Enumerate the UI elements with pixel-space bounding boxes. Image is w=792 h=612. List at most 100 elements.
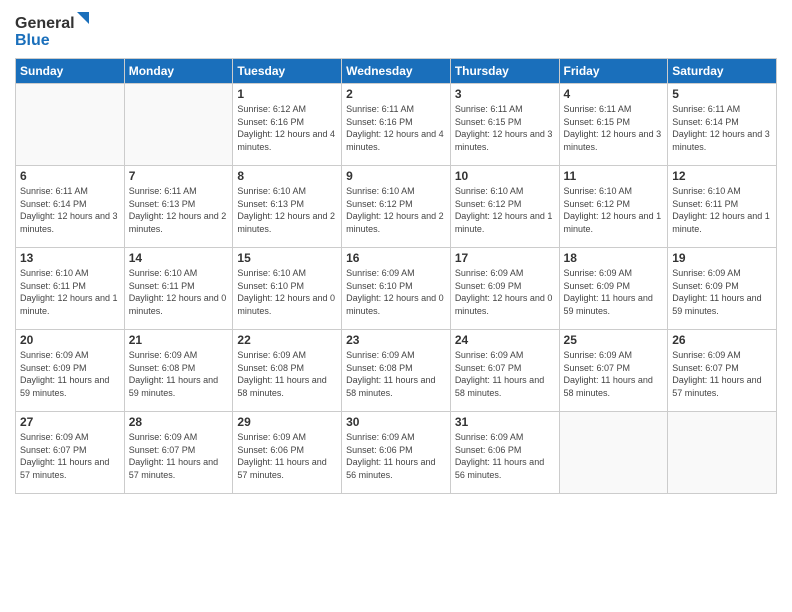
day-number: 14 bbox=[129, 251, 229, 265]
day-info: Sunrise: 6:09 AM Sunset: 6:09 PM Dayligh… bbox=[20, 349, 120, 399]
day-number: 13 bbox=[20, 251, 120, 265]
day-number: 21 bbox=[129, 333, 229, 347]
day-info: Sunrise: 6:09 AM Sunset: 6:09 PM Dayligh… bbox=[564, 267, 664, 317]
calendar-cell: 18Sunrise: 6:09 AM Sunset: 6:09 PM Dayli… bbox=[559, 248, 668, 330]
logo: GeneralBlue bbox=[15, 10, 95, 50]
weekday-header-tuesday: Tuesday bbox=[233, 59, 342, 84]
calendar-cell: 6 Sunrise: 6:11 AM Sunset: 6:14 PM Daylig… bbox=[16, 166, 125, 248]
day-number: 31 bbox=[455, 415, 555, 429]
day-info: Sunrise: 6:09 AM Sunset: 6:06 PM Dayligh… bbox=[346, 431, 446, 481]
calendar-cell bbox=[16, 84, 125, 166]
day-number: 20 bbox=[20, 333, 120, 347]
header: GeneralBlue bbox=[15, 10, 777, 50]
calendar-cell: 1 Sunrise: 6:12 AM Sunset: 6:16 PM Daylig… bbox=[233, 84, 342, 166]
day-info: Sunrise: 6:10 AM Sunset: 6:11 PM Dayligh… bbox=[129, 267, 229, 317]
page-container: GeneralBlue SundayMondayTuesdayWednesday… bbox=[0, 0, 792, 612]
calendar-cell: 22Sunrise: 6:09 AM Sunset: 6:08 PM Dayli… bbox=[233, 330, 342, 412]
weekday-header-monday: Monday bbox=[124, 59, 233, 84]
day-number: 30 bbox=[346, 415, 446, 429]
day-number: 8 bbox=[237, 169, 337, 183]
day-info: Sunrise: 6:09 AM Sunset: 6:07 PM Dayligh… bbox=[129, 431, 229, 481]
day-info: Sunrise: 6:09 AM Sunset: 6:06 PM Dayligh… bbox=[237, 431, 337, 481]
logo-svg: GeneralBlue bbox=[15, 10, 95, 50]
day-number: 27 bbox=[20, 415, 120, 429]
day-info: Sunrise: 6:11 AM Sunset: 6:13 PM Dayligh… bbox=[129, 185, 229, 235]
day-info: Sunrise: 6:10 AM Sunset: 6:12 PM Dayligh… bbox=[564, 185, 664, 235]
calendar-cell: 28 Sunrise: 6:09 AM Sunset: 6:07 PM Dayli… bbox=[124, 412, 233, 494]
calendar-cell: 29 Sunrise: 6:09 AM Sunset: 6:06 PM Dayli… bbox=[233, 412, 342, 494]
day-info: Sunrise: 6:09 AM Sunset: 6:08 PM Dayligh… bbox=[346, 349, 446, 399]
calendar-week-2: 6 Sunrise: 6:11 AM Sunset: 6:14 PM Daylig… bbox=[16, 166, 777, 248]
calendar-cell: 17 Sunrise: 6:09 AM Sunset: 6:09 PM Dayli… bbox=[450, 248, 559, 330]
day-number: 11 bbox=[564, 169, 664, 183]
day-info: Sunrise: 6:09 AM Sunset: 6:09 PM Dayligh… bbox=[672, 267, 772, 317]
day-number: 10 bbox=[455, 169, 555, 183]
day-number: 16 bbox=[346, 251, 446, 265]
day-number: 1 bbox=[237, 87, 337, 101]
day-info: Sunrise: 6:09 AM Sunset: 6:07 PM Dayligh… bbox=[672, 349, 772, 399]
calendar-cell: 21 Sunrise: 6:09 AM Sunset: 6:08 PM Dayli… bbox=[124, 330, 233, 412]
calendar-cell: 19 Sunrise: 6:09 AM Sunset: 6:09 PM Dayli… bbox=[668, 248, 777, 330]
calendar-cell: 8Sunrise: 6:10 AM Sunset: 6:13 PM Daylig… bbox=[233, 166, 342, 248]
calendar-cell: 16 Sunrise: 6:09 AM Sunset: 6:10 PM Dayli… bbox=[342, 248, 451, 330]
day-info: Sunrise: 6:10 AM Sunset: 6:12 PM Dayligh… bbox=[346, 185, 446, 235]
day-number: 12 bbox=[672, 169, 772, 183]
day-info: Sunrise: 6:11 AM Sunset: 6:14 PM Dayligh… bbox=[672, 103, 772, 153]
day-info: Sunrise: 6:09 AM Sunset: 6:07 PM Dayligh… bbox=[455, 349, 555, 399]
calendar-cell: 7 Sunrise: 6:11 AM Sunset: 6:13 PM Daylig… bbox=[124, 166, 233, 248]
calendar-cell: 23Sunrise: 6:09 AM Sunset: 6:08 PM Dayli… bbox=[342, 330, 451, 412]
day-number: 5 bbox=[672, 87, 772, 101]
day-number: 4 bbox=[564, 87, 664, 101]
day-number: 17 bbox=[455, 251, 555, 265]
calendar-cell: 14 Sunrise: 6:10 AM Sunset: 6:11 PM Dayli… bbox=[124, 248, 233, 330]
calendar-cell: 13Sunrise: 6:10 AM Sunset: 6:11 PM Dayli… bbox=[16, 248, 125, 330]
calendar-cell bbox=[668, 412, 777, 494]
calendar-cell: 20 Sunrise: 6:09 AM Sunset: 6:09 PM Dayli… bbox=[16, 330, 125, 412]
calendar-week-4: 20 Sunrise: 6:09 AM Sunset: 6:09 PM Dayli… bbox=[16, 330, 777, 412]
calendar-cell: 15Sunrise: 6:10 AM Sunset: 6:10 PM Dayli… bbox=[233, 248, 342, 330]
day-info: Sunrise: 6:09 AM Sunset: 6:08 PM Dayligh… bbox=[129, 349, 229, 399]
day-info: Sunrise: 6:11 AM Sunset: 6:16 PM Dayligh… bbox=[346, 103, 446, 153]
day-number: 29 bbox=[237, 415, 337, 429]
day-info: Sunrise: 6:09 AM Sunset: 6:10 PM Dayligh… bbox=[346, 267, 446, 317]
weekday-header-wednesday: Wednesday bbox=[342, 59, 451, 84]
calendar-cell bbox=[559, 412, 668, 494]
weekday-header-saturday: Saturday bbox=[668, 59, 777, 84]
svg-text:General: General bbox=[15, 15, 75, 32]
day-number: 22 bbox=[237, 333, 337, 347]
day-number: 28 bbox=[129, 415, 229, 429]
calendar-cell: 10Sunrise: 6:10 AM Sunset: 6:12 PM Dayli… bbox=[450, 166, 559, 248]
day-info: Sunrise: 6:09 AM Sunset: 6:09 PM Dayligh… bbox=[455, 267, 555, 317]
weekday-header-thursday: Thursday bbox=[450, 59, 559, 84]
day-number: 6 bbox=[20, 169, 120, 183]
calendar-cell: 31 Sunrise: 6:09 AM Sunset: 6:06 PM Dayli… bbox=[450, 412, 559, 494]
calendar-cell: 2 Sunrise: 6:11 AM Sunset: 6:16 PM Daylig… bbox=[342, 84, 451, 166]
calendar-cell: 26 Sunrise: 6:09 AM Sunset: 6:07 PM Dayli… bbox=[668, 330, 777, 412]
day-info: Sunrise: 6:11 AM Sunset: 6:15 PM Dayligh… bbox=[455, 103, 555, 153]
day-info: Sunrise: 6:11 AM Sunset: 6:14 PM Dayligh… bbox=[20, 185, 120, 235]
calendar-table: SundayMondayTuesdayWednesdayThursdayFrid… bbox=[15, 58, 777, 494]
day-number: 9 bbox=[346, 169, 446, 183]
day-info: Sunrise: 6:12 AM Sunset: 6:16 PM Dayligh… bbox=[237, 103, 337, 153]
day-info: Sunrise: 6:10 AM Sunset: 6:11 PM Dayligh… bbox=[672, 185, 772, 235]
day-number: 19 bbox=[672, 251, 772, 265]
svg-text:Blue: Blue bbox=[15, 32, 50, 49]
calendar-cell: 30 Sunrise: 6:09 AM Sunset: 6:06 PM Dayli… bbox=[342, 412, 451, 494]
day-number: 26 bbox=[672, 333, 772, 347]
day-info: Sunrise: 6:09 AM Sunset: 6:07 PM Dayligh… bbox=[20, 431, 120, 481]
day-info: Sunrise: 6:09 AM Sunset: 6:06 PM Dayligh… bbox=[455, 431, 555, 481]
day-number: 7 bbox=[129, 169, 229, 183]
calendar-cell: 9 Sunrise: 6:10 AM Sunset: 6:12 PM Daylig… bbox=[342, 166, 451, 248]
calendar-header-row: SundayMondayTuesdayWednesdayThursdayFrid… bbox=[16, 59, 777, 84]
calendar-week-1: 1 Sunrise: 6:12 AM Sunset: 6:16 PM Daylig… bbox=[16, 84, 777, 166]
weekday-header-friday: Friday bbox=[559, 59, 668, 84]
calendar-cell: 27 Sunrise: 6:09 AM Sunset: 6:07 PM Dayli… bbox=[16, 412, 125, 494]
calendar-cell: 12 Sunrise: 6:10 AM Sunset: 6:11 PM Dayli… bbox=[668, 166, 777, 248]
day-number: 2 bbox=[346, 87, 446, 101]
day-number: 3 bbox=[455, 87, 555, 101]
calendar-week-3: 13 Sunrise: 6:10 AM Sunset: 6:11 PM Dayli… bbox=[16, 248, 777, 330]
day-number: 24 bbox=[455, 333, 555, 347]
calendar-cell: 5 Sunrise: 6:11 AM Sunset: 6:14 PM Daylig… bbox=[668, 84, 777, 166]
day-info: Sunrise: 6:09 AM Sunset: 6:07 PM Dayligh… bbox=[564, 349, 664, 399]
day-number: 15 bbox=[237, 251, 337, 265]
